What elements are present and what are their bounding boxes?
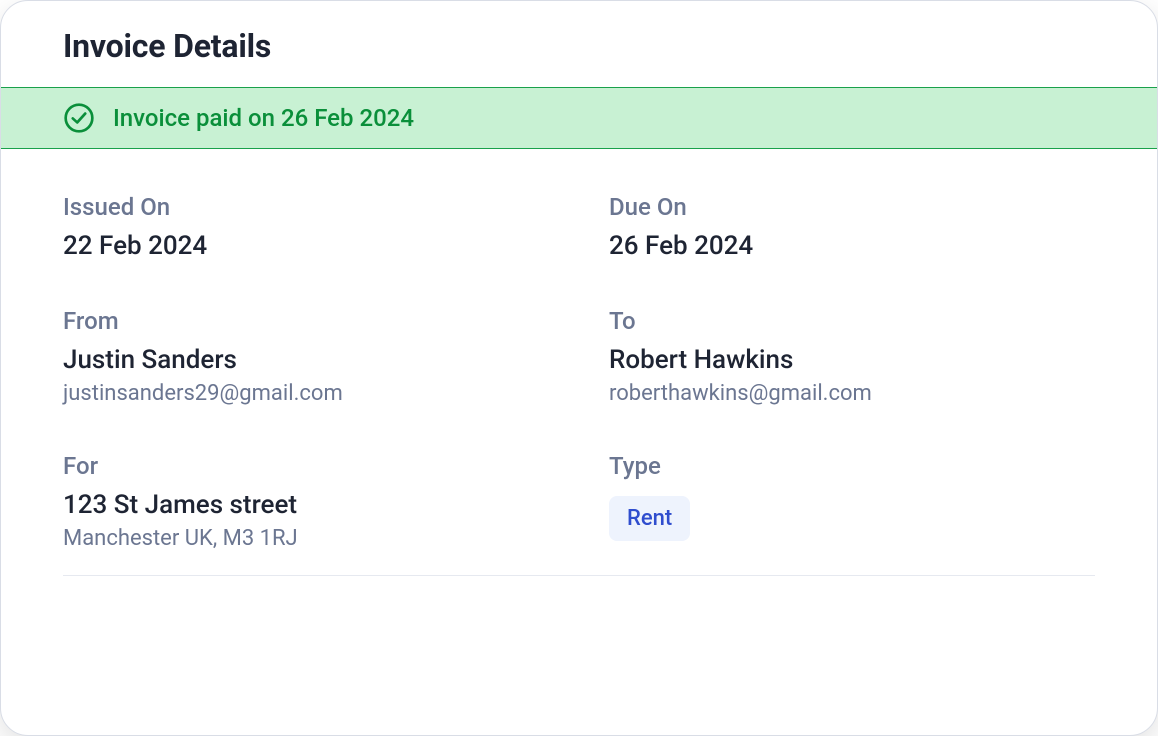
- field-from: From Justin Sanders justinsanders29@gmai…: [63, 307, 549, 406]
- field-to: To Robert Hawkins roberthawkins@gmail.co…: [609, 307, 1095, 406]
- field-label: Type: [609, 452, 1095, 480]
- field-label: For: [63, 452, 549, 480]
- status-text: Invoice paid on 26 Feb 2024: [113, 104, 414, 132]
- field-label: Issued On: [63, 193, 549, 221]
- to-name: Robert Hawkins: [609, 345, 1095, 375]
- page-title: Invoice Details: [63, 27, 1095, 65]
- field-label: From: [63, 307, 549, 335]
- status-banner: Invoice paid on 26 Feb 2024: [1, 87, 1157, 149]
- field-due-on: Due On 26 Feb 2024: [609, 193, 1095, 261]
- type-badge: Rent: [609, 496, 690, 541]
- details-grid: Issued On 22 Feb 2024 Due On 26 Feb 2024…: [1, 149, 1157, 575]
- field-issued-on: Issued On 22 Feb 2024: [63, 193, 549, 261]
- divider: [63, 575, 1095, 576]
- for-address-line2: Manchester UK, M3 1RJ: [63, 526, 549, 551]
- field-value: 26 Feb 2024: [609, 231, 1095, 261]
- field-for: For 123 St James street Manchester UK, M…: [63, 452, 549, 551]
- card-header: Invoice Details: [1, 1, 1157, 87]
- invoice-card: Invoice Details Invoice paid on 26 Feb 2…: [0, 0, 1158, 736]
- field-label: To: [609, 307, 1095, 335]
- to-email: roberthawkins@gmail.com: [609, 381, 1095, 406]
- field-type: Type Rent: [609, 452, 1095, 551]
- for-address-line1: 123 St James street: [63, 490, 549, 520]
- check-circle-icon: [63, 102, 95, 134]
- from-email: justinsanders29@gmail.com: [63, 381, 549, 406]
- field-value: 22 Feb 2024: [63, 231, 549, 261]
- from-name: Justin Sanders: [63, 345, 549, 375]
- field-label: Due On: [609, 193, 1095, 221]
